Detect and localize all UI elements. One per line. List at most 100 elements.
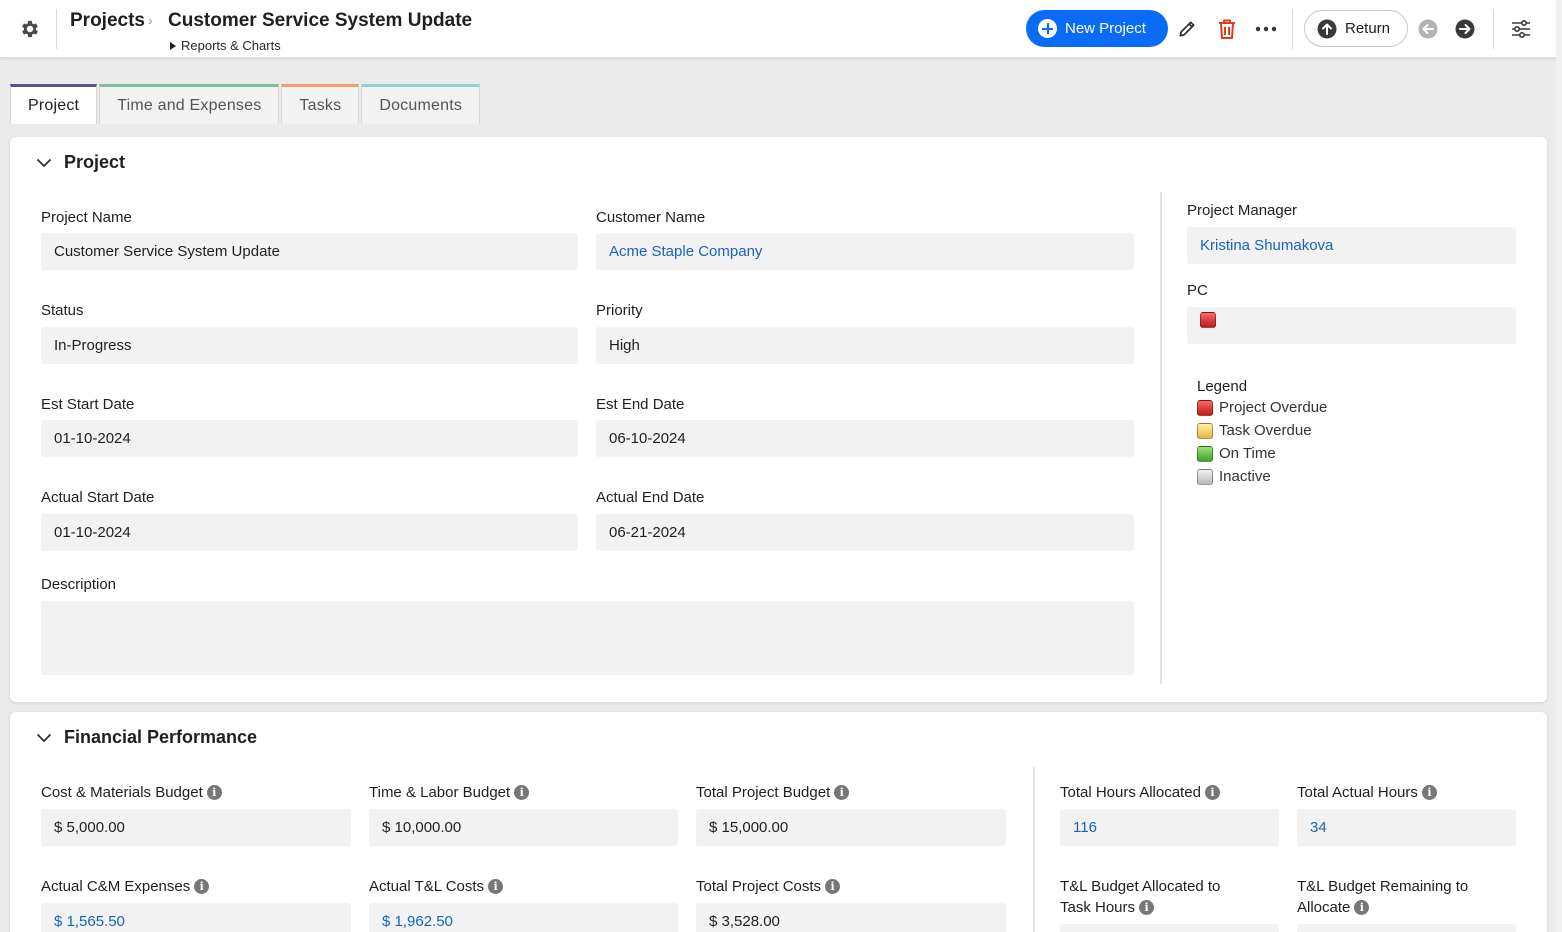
priority-field[interactable]: High [596, 327, 1134, 364]
info-icon[interactable]: i [825, 879, 841, 894]
info-icon[interactable]: i [514, 785, 530, 800]
info-icon[interactable]: i [1421, 785, 1437, 800]
est-start-date-label: Est Start Date [41, 396, 135, 413]
total-costs-label-text: Total Project Costs [696, 878, 822, 895]
edit-pencil-icon[interactable] [1176, 18, 1198, 40]
section-title: Financial Performance [64, 727, 258, 747]
legend-title: Legend [1197, 378, 1248, 395]
actual-start-date-label: Actual Start Date [41, 489, 155, 506]
total-budget-label: Total Project Budget i [696, 782, 850, 803]
actual-tl-link[interactable]: $ 1,962.50 [369, 903, 678, 932]
page-title: Customer Service System Update [168, 10, 473, 31]
tl-allocated-label-line1: T&L Budget Allocated to [1060, 878, 1221, 895]
info-icon[interactable]: i [1139, 900, 1155, 915]
hours-allocated-link[interactable]: 116 [1060, 809, 1279, 846]
new-project-label: New Project [1065, 20, 1146, 37]
project-manager-label: Project Manager [1187, 202, 1298, 219]
total-budget-field[interactable]: $ 15,000.00 [696, 809, 1006, 846]
filter-sliders-icon[interactable] [1509, 18, 1533, 40]
priority-label: Priority [596, 302, 643, 319]
est-start-date-field[interactable]: 01-10-2024 [41, 420, 578, 457]
cm-budget-label: Cost & Materials Budget i [41, 782, 222, 803]
delete-trash-icon[interactable] [1216, 17, 1238, 41]
tl-budget-label: Time & Labor Budget i [369, 782, 530, 803]
info-icon[interactable]: i [488, 879, 504, 894]
tab-project[interactable]: Project [10, 84, 98, 124]
project-name-field[interactable]: Customer Service System Update [41, 233, 578, 270]
tab-documents[interactable]: Documents [361, 84, 481, 124]
info-icon[interactable]: i [206, 785, 222, 800]
cm-budget-field[interactable]: $ 5,000.00 [41, 809, 351, 846]
tl-budget-field[interactable]: $ 10,000.00 [369, 809, 678, 846]
more-options-icon[interactable] [1254, 18, 1278, 40]
status-field[interactable]: In-Progress [41, 327, 578, 364]
description-label: Description [41, 576, 117, 593]
pc-label: PC [1187, 282, 1208, 299]
toolbar-divider [56, 9, 57, 49]
return-button[interactable]: Return [1304, 10, 1408, 47]
tl-allocated-label: T&L Budget Allocated to Task Hours i [1060, 876, 1220, 918]
project-manager-link[interactable]: Kristina Shumakova [1187, 227, 1516, 264]
tab-bar: Project Time and Expenses Tasks Document… [10, 84, 481, 124]
financial-section-header[interactable]: Financial Performance [36, 727, 257, 748]
actual-cm-label: Actual C&M Expenses i [41, 876, 210, 897]
tab-label: Documents [379, 96, 463, 114]
breadcrumb-chevron-icon: › [148, 12, 153, 28]
actual-cm-label-text: Actual C&M Expenses [41, 878, 191, 895]
actual-hours-link[interactable]: 34 [1297, 809, 1516, 846]
project-section-header[interactable]: Project [36, 152, 125, 173]
tab-time-and-expenses[interactable]: Time and Expenses [99, 84, 280, 124]
legend-label: Project Overdue [1219, 399, 1328, 416]
total-costs-label: Total Project Costs i [696, 876, 841, 897]
customer-name-link[interactable]: Acme Staple Company [596, 233, 1134, 270]
breadcrumb-projects-link[interactable]: Projects [70, 10, 145, 32]
settings-gear-icon[interactable] [19, 18, 41, 40]
tab-tasks[interactable]: Tasks [281, 84, 360, 124]
tab-label: Project [28, 96, 80, 114]
actual-cm-link[interactable]: $ 1,565.50 [41, 903, 351, 932]
est-end-date-field[interactable]: 06-10-2024 [596, 420, 1134, 457]
tl-remaining-label: T&L Budget Remaining to Allocate i [1297, 876, 1468, 918]
page-scrollbar[interactable] [1556, 0, 1562, 932]
gray-status-icon [1197, 468, 1213, 485]
total-budget-label-text: Total Project Budget [696, 784, 831, 801]
hours-allocated-label: Total Hours Allocated i [1060, 782, 1220, 803]
legend-item-inactive: Inactive [1197, 468, 1271, 485]
column-divider [1160, 192, 1162, 684]
hours-allocated-label-text: Total Hours Allocated [1060, 784, 1201, 801]
legend-label: On Time [1219, 445, 1276, 462]
return-label: Return [1345, 20, 1391, 37]
info-icon[interactable]: i [834, 785, 850, 800]
actual-hours-label-text: Total Actual Hours [1297, 784, 1418, 801]
cm-budget-label-text: Cost & Materials Budget [41, 784, 203, 801]
red-status-icon [1197, 399, 1213, 416]
description-field[interactable] [41, 601, 1134, 675]
toolbar-divider [1292, 9, 1293, 49]
actual-start-date-field[interactable]: 01-10-2024 [41, 514, 578, 551]
project-overdue-status-icon [1200, 312, 1216, 328]
tl-allocated-field[interactable] [1060, 924, 1279, 932]
yellow-status-icon [1197, 422, 1213, 439]
green-status-icon [1197, 445, 1213, 462]
actual-tl-label: Actual T&L Costs i [369, 876, 504, 897]
tl-remaining-label-line1: T&L Budget Remaining to [1297, 878, 1469, 895]
legend-label: Inactive [1219, 468, 1271, 485]
tl-budget-label-text: Time & Labor Budget [369, 784, 511, 801]
tab-label: Tasks [299, 96, 342, 114]
new-project-button[interactable]: New Project [1026, 10, 1168, 47]
info-icon[interactable]: i [1204, 785, 1220, 800]
tl-remaining-field[interactable] [1297, 924, 1516, 932]
reports-charts-dropdown[interactable]: Reports & Charts [170, 38, 281, 53]
toolbar-divider [1493, 9, 1494, 49]
next-record-icon[interactable] [1454, 18, 1476, 40]
info-icon[interactable]: i [1354, 900, 1370, 915]
legend-item-project-overdue: Project Overdue [1197, 399, 1327, 416]
legend-item-on-time: On Time [1197, 445, 1276, 462]
project-section: Project Project Name Customer Service Sy… [10, 137, 1547, 702]
arrow-up-circle-icon [1317, 19, 1337, 39]
previous-record-icon[interactable] [1417, 18, 1439, 40]
total-costs-field[interactable]: $ 3,528.00 [696, 903, 1006, 932]
info-icon[interactable]: i [194, 879, 210, 894]
actual-end-date-field[interactable]: 06-21-2024 [596, 514, 1134, 551]
financial-performance-section: Financial Performance Cost & Materials B… [10, 712, 1547, 932]
